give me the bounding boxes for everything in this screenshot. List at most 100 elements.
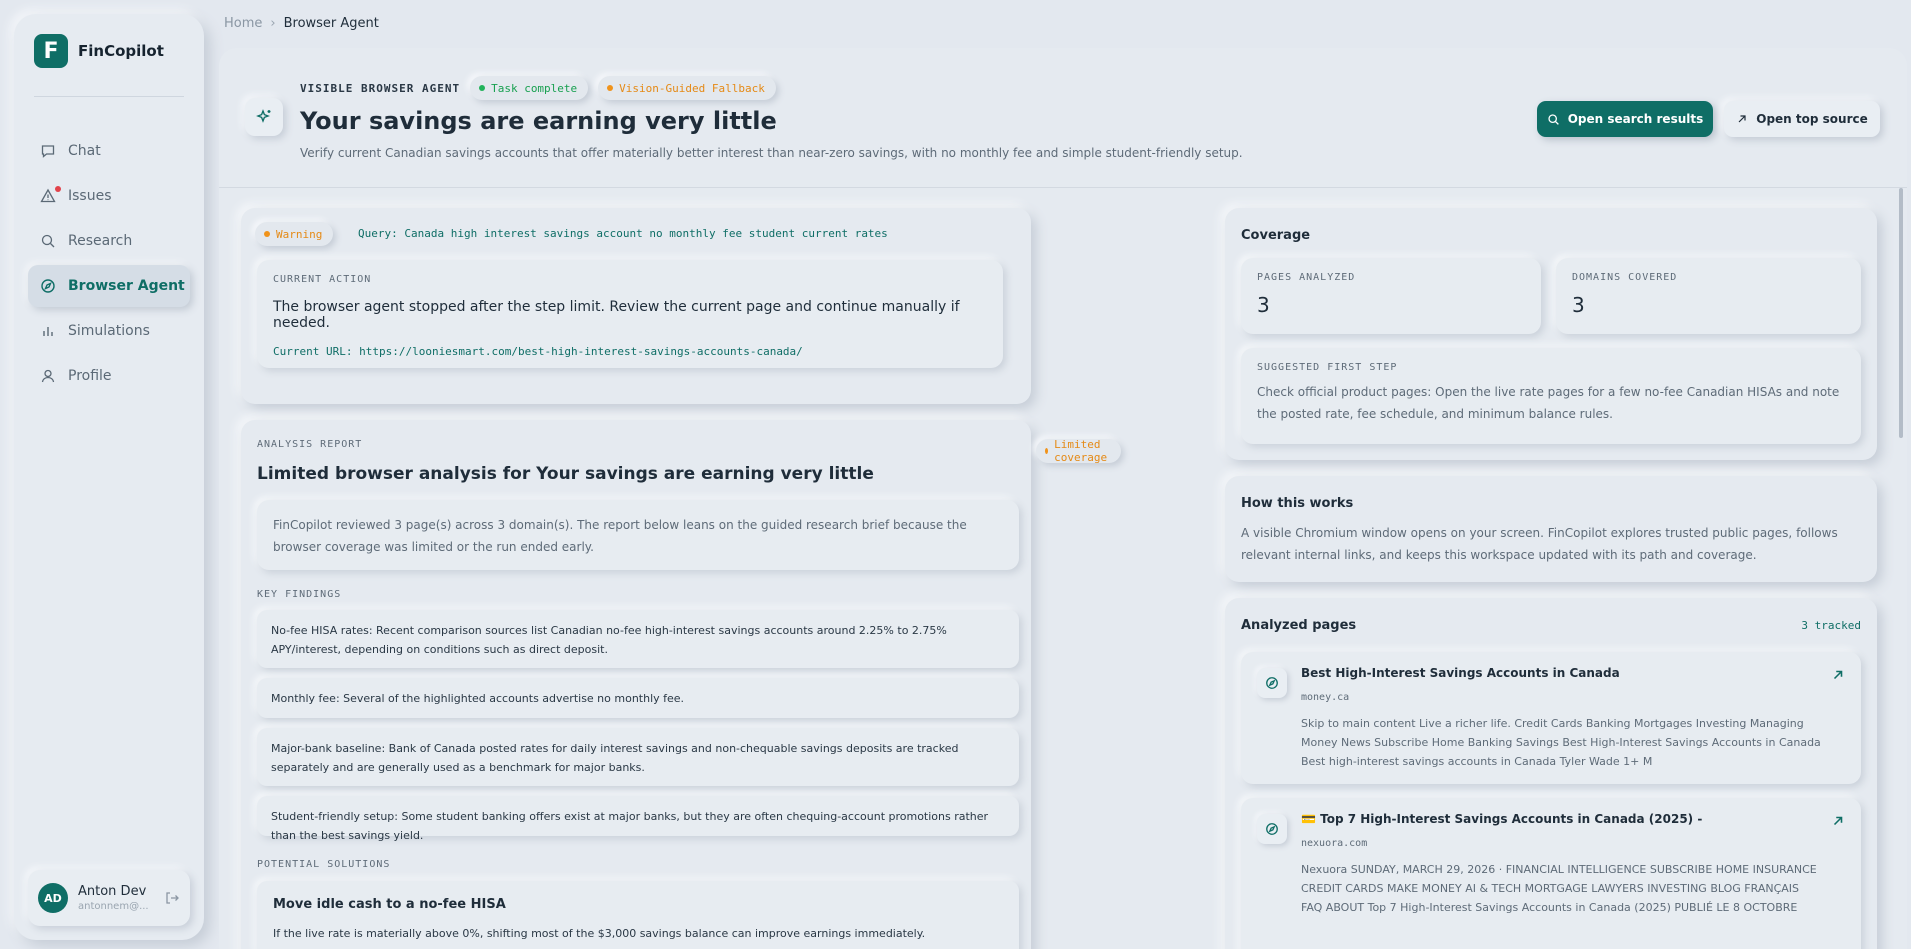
analyzed-page-item[interactable]: 💳 Top 7 High-Interest Savings Accounts i… xyxy=(1241,798,1861,949)
open-top-source-button[interactable]: Open top source xyxy=(1724,101,1880,137)
user-icon xyxy=(41,369,55,383)
sidebar-item-profile[interactable]: Profile xyxy=(28,355,190,397)
compass-icon xyxy=(1257,814,1287,844)
analyzed-pages-title: Analyzed pages xyxy=(1241,618,1357,633)
page-header: VISIBLE BROWSER AGENT Task complete Visi… xyxy=(219,48,1907,188)
logout-icon[interactable] xyxy=(164,890,180,906)
analyzed-page-title[interactable]: Best High-Interest Savings Accounts in C… xyxy=(1301,666,1620,680)
sidebar-item-issues[interactable]: Issues xyxy=(28,175,190,217)
bar-chart-icon xyxy=(43,327,53,336)
coverage-card: Coverage PAGES ANALYZED 3 DOMAINS COVERE… xyxy=(1225,208,1877,460)
sidebar-item-simulations[interactable]: Simulations xyxy=(28,310,190,352)
solution-title: Move idle cash to a no-fee HISA xyxy=(273,897,506,912)
analysis-summary: FinCopilot reviewed 3 page(s) across 3 d… xyxy=(257,500,1019,570)
user-card[interactable]: AD Anton Dev antonnem@... xyxy=(28,870,190,926)
domains-covered-stat: DOMAINS COVERED 3 xyxy=(1556,258,1861,334)
sidebar-divider xyxy=(34,96,184,97)
sidebar-nav: Chat Issues Research Browser Agent Simul… xyxy=(28,130,190,400)
analysis-report-eyebrow: ANALYSIS REPORT xyxy=(257,439,363,450)
task-status-label: Task complete xyxy=(491,81,578,95)
mode-label: Vision-Guided Fallback xyxy=(619,81,765,95)
page-title: Your savings are earning very little xyxy=(300,107,777,135)
coverage-title: Coverage xyxy=(1241,228,1311,243)
status-dot xyxy=(264,231,270,237)
coverage-badge: Limited coverage xyxy=(1036,438,1121,464)
warning-badge: Warning xyxy=(255,222,334,246)
header-eyebrow-row: VISIBLE BROWSER AGENT Task complete Visi… xyxy=(300,76,776,100)
sidebar-item-label: Issues xyxy=(68,188,112,204)
potential-solutions-heading: POTENTIAL SOLUTIONS xyxy=(257,859,391,870)
how-this-works-card: How this works A visible Chromium window… xyxy=(1225,476,1877,582)
status-dot xyxy=(1045,448,1049,454)
analysis-report-title: Limited browser analysis for Your saving… xyxy=(257,464,874,484)
sidebar-item-label: Simulations xyxy=(68,323,150,339)
open-search-results-label: Open search results xyxy=(1567,112,1704,126)
sidebar-item-label: Chat xyxy=(68,143,101,159)
header-eyebrow: VISIBLE BROWSER AGENT xyxy=(300,81,461,95)
user-email: antonnem@... xyxy=(78,901,149,912)
sidebar-item-browser-agent[interactable]: Browser Agent xyxy=(28,265,190,307)
pages-analyzed-value: 3 xyxy=(1257,293,1270,317)
sidebar-item-chat[interactable]: Chat xyxy=(28,130,190,172)
analyzed-page-domain: nexuora.com xyxy=(1301,838,1368,849)
analyzed-page-item[interactable]: Best High-Interest Savings Accounts in C… xyxy=(1241,652,1861,784)
breadcrumb-home[interactable]: Home xyxy=(224,16,262,31)
status-dot xyxy=(607,85,614,91)
chat-icon xyxy=(41,145,55,158)
solution-text: If the live rate is materially above 0%,… xyxy=(273,927,926,940)
current-action-box: CURRENT ACTION The browser agent stopped… xyxy=(257,260,1003,368)
analyzed-pages-card: Analyzed pages 3 tracked Best High-Inter… xyxy=(1225,598,1877,949)
search-icon xyxy=(41,234,55,248)
breadcrumb: Home › Browser Agent xyxy=(224,16,379,31)
current-url[interactable]: Current URL: https://looniesmart.com/bes… xyxy=(273,345,987,358)
search-query: Query: Canada high interest savings acco… xyxy=(358,227,888,240)
mode-badge: Vision-Guided Fallback xyxy=(598,76,776,100)
current-action-card: Warning Query: Canada high interest savi… xyxy=(241,208,1031,404)
sidebar-item-label: Browser Agent xyxy=(68,278,185,294)
tracked-count: 3 tracked xyxy=(1801,619,1861,632)
sparkle-icon xyxy=(245,98,283,136)
external-link-icon xyxy=(1738,115,1746,123)
warning-label: Warning xyxy=(276,227,323,241)
domains-covered-label: DOMAINS COVERED xyxy=(1572,272,1678,283)
open-top-source-label: Open top source xyxy=(1756,112,1868,126)
notification-dot xyxy=(55,186,61,192)
avatar: AD xyxy=(38,883,68,913)
external-link-icon[interactable] xyxy=(1831,668,1845,682)
sidebar: F FinCopilot Chat Issues Research Browse… xyxy=(14,14,204,940)
current-action-text: The browser agent stopped after the step… xyxy=(273,299,960,331)
main-panel: VISIBLE BROWSER AGENT Task complete Visi… xyxy=(219,48,1907,949)
key-findings-heading: KEY FINDINGS xyxy=(257,589,342,600)
external-link-icon[interactable] xyxy=(1831,814,1845,828)
analysis-report-card: ANALYSIS REPORT Limited coverage Limited… xyxy=(241,420,1121,949)
analyzed-page-description: Skip to main content Live a richer life.… xyxy=(1301,717,1821,768)
sidebar-item-research[interactable]: Research xyxy=(28,220,190,262)
how-this-works-title: How this works xyxy=(1241,496,1354,511)
scrollbar[interactable] xyxy=(1899,188,1903,438)
analyzed-page-description: Nexuora SUNDAY, MARCH 29, 2026 · FINANCI… xyxy=(1301,863,1817,914)
current-action-heading: CURRENT ACTION xyxy=(273,274,372,285)
analyzed-page-title[interactable]: 💳 Top 7 High-Interest Savings Accounts i… xyxy=(1301,812,1702,826)
brand[interactable]: F FinCopilot xyxy=(34,34,164,68)
page-subtitle: Verify current Canadian savings accounts… xyxy=(300,146,1243,160)
finding-item: Major-bank baseline: Bank of Canada post… xyxy=(257,728,1019,786)
search-icon xyxy=(1548,113,1559,125)
open-search-results-button[interactable]: Open search results xyxy=(1537,101,1713,137)
pages-analyzed-label: PAGES ANALYZED xyxy=(1257,272,1356,283)
finding-item: Monthly fee: Several of the highlighted … xyxy=(257,678,1019,718)
how-this-works-text: A visible Chromium window opens on your … xyxy=(1241,526,1838,562)
status-dot xyxy=(479,85,486,91)
suggested-first-step-text: Check official product pages: Open the l… xyxy=(1257,385,1840,421)
sidebar-item-label: Research xyxy=(68,233,133,249)
breadcrumb-current: Browser Agent xyxy=(283,16,379,31)
coverage-badge-label: Limited coverage xyxy=(1054,438,1108,464)
app-name: FinCopilot xyxy=(78,42,164,60)
user-name: Anton Dev xyxy=(78,884,147,899)
task-status-badge: Task complete xyxy=(470,76,589,100)
pages-analyzed-stat: PAGES ANALYZED 3 xyxy=(1241,258,1541,334)
fincopilot-logo: F xyxy=(34,34,68,68)
warning-icon xyxy=(40,188,56,203)
solution-item: Move idle cash to a no-fee HISA If the l… xyxy=(257,881,1019,949)
suggested-first-step-label: SUGGESTED FIRST STEP xyxy=(1257,362,1398,373)
finding-item: No-fee HISA rates: Recent comparison sou… xyxy=(257,610,1019,668)
